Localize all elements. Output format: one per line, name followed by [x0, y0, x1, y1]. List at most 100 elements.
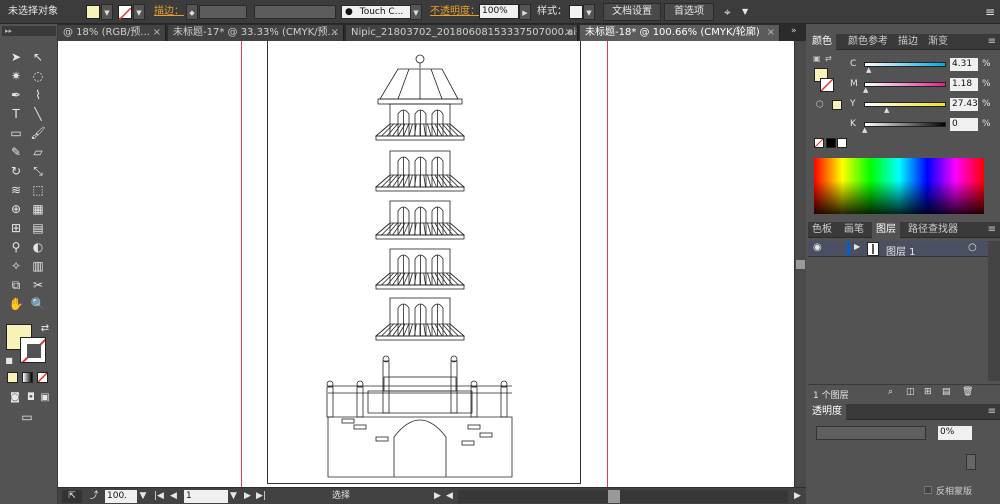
tab-layers[interactable]: 图层: [872, 222, 900, 238]
stroke-label[interactable]: 描边：: [154, 0, 184, 24]
gradient-icon[interactable]: ▤: [29, 219, 47, 237]
stroke-color-box[interactable]: [20, 337, 46, 363]
default-colors-icon[interactable]: ■: [0, 352, 18, 370]
swap-colors-icon[interactable]: ⇄: [36, 320, 54, 338]
tab-doc-1[interactable]: @ 18% (RGB/预... ×: [58, 25, 166, 41]
perspective-icon[interactable]: ▦: [29, 200, 47, 218]
horizontal-scrollbar[interactable]: [458, 490, 788, 503]
close-icon[interactable]: ×: [565, 25, 573, 41]
panel-menu-icon[interactable]: ≡: [988, 404, 996, 420]
locate-object-icon[interactable]: ⌕: [888, 387, 893, 397]
eye-icon[interactable]: ◉: [813, 242, 822, 253]
scale-icon[interactable]: ⤡: [29, 162, 47, 180]
rotate-icon[interactable]: ↻: [7, 162, 25, 180]
close-icon[interactable]: ×: [767, 25, 775, 41]
none-swatch[interactable]: [814, 138, 824, 148]
swap-mini-icon[interactable]: ⇄: [825, 54, 832, 63]
curvature-icon[interactable]: ⌇: [29, 86, 47, 104]
pagoda-artwork[interactable]: [58, 41, 794, 487]
opacity-label[interactable]: 不透明度：: [430, 0, 480, 24]
panel-menu-icon[interactable]: ≡: [985, 0, 995, 24]
paintbrush-icon[interactable]: 🖌: [29, 124, 47, 142]
scroll-left-icon[interactable]: ◀: [446, 490, 453, 503]
layers-scrollbar[interactable]: [988, 241, 1000, 381]
last-artboard-icon[interactable]: ▶|: [256, 490, 266, 503]
close-icon[interactable]: ×: [153, 25, 161, 41]
fill-stroke-mini-icon[interactable]: ▣: [813, 54, 821, 63]
tools-panel-header[interactable]: ▸▸: [2, 26, 56, 36]
invert-mask-checkbox[interactable]: [924, 486, 932, 494]
stroke-weight-field[interactable]: [199, 5, 247, 19]
slider-thumb-icon[interactable]: ▲: [863, 86, 868, 94]
tab-stroke[interactable]: 描边: [894, 34, 922, 50]
zoom-dropdown-icon[interactable]: ▼: [138, 490, 148, 503]
panel-menu-icon[interactable]: ≡: [988, 34, 996, 50]
stroke-swatch[interactable]: [118, 5, 132, 21]
fill-dropdown[interactable]: ▼: [101, 4, 113, 20]
opacity-field[interactable]: 100%: [479, 4, 519, 19]
eyedropper-icon[interactable]: ⚲: [7, 238, 25, 256]
scroll-thumb[interactable]: [796, 260, 805, 269]
warp-icon[interactable]: ≋: [7, 181, 25, 199]
type-icon[interactable]: T: [7, 105, 25, 123]
target-icon[interactable]: ○: [968, 242, 977, 253]
close-icon[interactable]: ×: [331, 25, 339, 41]
pencil-icon[interactable]: ✎: [7, 143, 25, 161]
channel-slider-m[interactable]: [864, 82, 946, 87]
channel-value-c[interactable]: 4.31: [950, 58, 978, 71]
channel-value-k[interactable]: 0: [950, 118, 978, 131]
symbol-sprayer-icon[interactable]: ✧: [7, 257, 25, 275]
blend-mode-select[interactable]: [816, 426, 926, 440]
zoom-icon[interactable]: 🔍: [29, 295, 47, 313]
document-setup-button[interactable]: 文档设置: [603, 3, 661, 21]
free-transform-icon[interactable]: ⬚: [29, 181, 47, 199]
pen-icon[interactable]: ✒: [7, 86, 25, 104]
prev-artboard-icon[interactable]: ◀: [170, 490, 177, 503]
line-icon[interactable]: ╲: [29, 105, 47, 123]
column-graph-icon[interactable]: ▥: [29, 257, 47, 275]
variable-width-profile[interactable]: [254, 5, 336, 19]
style-dropdown[interactable]: ▼: [583, 4, 595, 20]
color-spectrum[interactable]: [814, 158, 984, 214]
brush-dropdown[interactable]: ▼: [410, 4, 422, 20]
tab-color[interactable]: 颜色: [808, 34, 836, 50]
gamut-color-box[interactable]: [832, 100, 842, 110]
selection-icon[interactable]: ➤: [7, 48, 25, 66]
artboard-dropdown-icon[interactable]: ▼: [230, 490, 237, 503]
eraser-icon[interactable]: ▱: [29, 143, 47, 161]
tab-doc-17[interactable]: 未标题-17* @ 33.33% (CMYK/预... ×: [168, 25, 344, 41]
arrange-dropdown-icon[interactable]: ▼: [742, 0, 748, 24]
delete-layer-icon[interactable]: 🗑: [962, 387, 973, 397]
blend-icon[interactable]: ◐: [29, 238, 47, 256]
magic-wand-icon[interactable]: ✷: [7, 67, 25, 85]
screen-mode-icon[interactable]: ▭: [18, 408, 36, 426]
artboard-number-field[interactable]: 1: [184, 490, 228, 503]
next-artboard-icon[interactable]: ▶: [244, 490, 251, 503]
color-mode-icon[interactable]: [7, 372, 18, 383]
tab-doc-nipic[interactable]: Nipic_21803702_20180608153337507000.ai* ×: [346, 25, 578, 41]
stroke-weight-stepper[interactable]: ◆: [186, 4, 198, 20]
black-swatch[interactable]: [826, 138, 836, 148]
panel-menu-icon[interactable]: ≡: [988, 222, 996, 238]
opacity-dropdown[interactable]: ▶: [519, 4, 531, 20]
lasso-icon[interactable]: ◌: [29, 67, 47, 85]
vertical-scrollbar[interactable]: [794, 41, 806, 487]
channel-value-m[interactable]: 1.18: [950, 78, 978, 91]
zoom-menu-icon[interactable]: ⇱: [62, 490, 82, 503]
channel-slider-c[interactable]: [864, 62, 946, 67]
new-layer-icon[interactable]: ▤: [942, 387, 951, 397]
mesh-icon[interactable]: ⊞: [7, 219, 25, 237]
tab-transparency[interactable]: 透明度: [808, 404, 846, 420]
tab-gradient[interactable]: 渐变: [924, 34, 952, 50]
channel-value-y[interactable]: 27.43: [950, 98, 978, 111]
first-artboard-icon[interactable]: |◀: [154, 490, 164, 503]
preferences-button[interactable]: 首选项: [664, 3, 714, 21]
clipping-mask-icon[interactable]: ◫: [906, 387, 915, 397]
artboard-canvas[interactable]: [58, 41, 794, 487]
none-mode-icon[interactable]: [37, 372, 48, 383]
draw-inside-icon[interactable]: ▣: [36, 389, 54, 407]
stroke-dropdown[interactable]: ▼: [133, 4, 145, 20]
tab-brushes[interactable]: 画笔: [840, 222, 868, 238]
shape-builder-icon[interactable]: ⊕: [7, 200, 25, 218]
new-sublayer-icon[interactable]: ⊞: [924, 387, 932, 397]
